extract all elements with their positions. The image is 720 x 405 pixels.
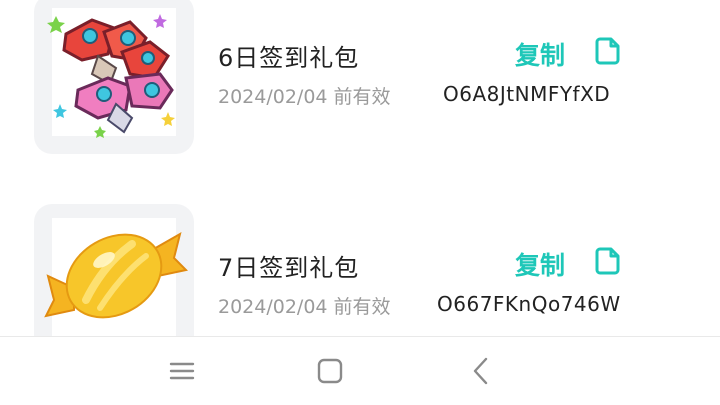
gift-title: 7日签到礼包: [218, 254, 360, 282]
expiry-date: 2024/02/04 前有效: [218, 296, 391, 318]
gift-code[interactable]: O667FKnQo746W: [437, 292, 621, 316]
menu-button[interactable]: [162, 351, 202, 391]
back-button[interactable]: [462, 351, 502, 391]
gift-thumbnail: [34, 0, 194, 154]
red-and-pink-gems-icon: [47, 8, 176, 138]
copy-label: 复制: [515, 251, 566, 280]
home-button[interactable]: [310, 351, 350, 391]
copy-label: 复制: [515, 41, 566, 70]
system-navigation-bar: [0, 336, 720, 405]
candy-icon: [44, 218, 189, 336]
copy-icon: [595, 37, 620, 65]
copy-icon: [595, 247, 620, 275]
gift-code[interactable]: O6A8JtNMFYfXD: [443, 82, 610, 106]
expiry-date: 2024/02/04 前有效: [218, 86, 391, 108]
gift-thumbnail: [34, 204, 194, 336]
home-square-icon: [317, 358, 343, 384]
back-chevron-icon: [473, 357, 488, 385]
list-item: 6日签到礼包 2024/02/04 前有效 O6A8JtNMFYfXD 复制: [0, 0, 720, 154]
list-item: 7日签到礼包 2024/02/04 前有效 O667FKnQo746W 复制: [0, 204, 720, 336]
gift-code-list: 6日签到礼包 2024/02/04 前有效 O6A8JtNMFYfXD 复制 7…: [0, 0, 720, 336]
copy-button[interactable]: 复制: [512, 242, 624, 282]
copy-button[interactable]: 复制: [512, 32, 624, 72]
menu-icon: [169, 362, 195, 380]
gift-title: 6日签到礼包: [218, 44, 360, 72]
